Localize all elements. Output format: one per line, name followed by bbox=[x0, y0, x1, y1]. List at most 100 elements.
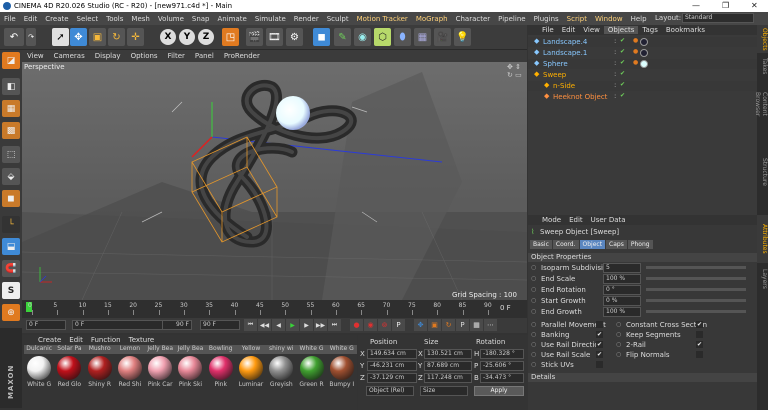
object-visibility-icon[interactable]: : bbox=[614, 81, 616, 89]
points-mode-icon[interactable]: ⬚ bbox=[2, 146, 20, 163]
side-tab-takes[interactable]: Takes bbox=[757, 55, 768, 78]
property-value[interactable]: 100 % bbox=[603, 274, 641, 284]
object-tag-icon[interactable]: ● bbox=[633, 37, 638, 44]
key-pla-icon[interactable]: ▦ bbox=[470, 319, 483, 331]
material-menu-edit[interactable]: Edit bbox=[65, 336, 87, 344]
checkbox[interactable]: ✔ bbox=[596, 341, 603, 348]
tweak-mode-icon[interactable]: ⬓ bbox=[2, 238, 20, 255]
attribute-tab-object[interactable]: Object bbox=[579, 240, 606, 249]
next-key-icon[interactable]: ▶▶ bbox=[314, 319, 327, 331]
menu-select[interactable]: Select bbox=[73, 15, 103, 23]
object-visibility-icon[interactable]: : bbox=[614, 48, 616, 56]
menu-pipeline[interactable]: Pipeline bbox=[494, 15, 529, 23]
object-visibility-icon[interactable]: : bbox=[614, 59, 616, 67]
material-label-top[interactable]: Jelly Bea bbox=[145, 345, 176, 354]
record-icon[interactable]: ● bbox=[350, 319, 363, 331]
model-mode-icon[interactable]: ◧ bbox=[2, 78, 20, 95]
material-swatch[interactable]: Red Glo bbox=[54, 354, 84, 388]
property-slider[interactable] bbox=[646, 266, 746, 269]
property-slider[interactable] bbox=[646, 299, 746, 302]
checkbox[interactable]: ✔ bbox=[696, 341, 703, 348]
object-visibility-icon[interactable]: : bbox=[614, 37, 616, 45]
side-tab-objects[interactable]: Objects bbox=[757, 25, 768, 53]
object-enabled-icon[interactable]: ✔ bbox=[620, 81, 625, 88]
go-to-start-icon[interactable]: ⏮ bbox=[244, 319, 257, 331]
menu-mesh[interactable]: Mesh bbox=[127, 15, 153, 23]
attribute-menu-user-data[interactable]: User Data bbox=[587, 216, 630, 224]
menu-sculpt[interactable]: Sculpt bbox=[323, 15, 353, 23]
material-label-top[interactable]: White G bbox=[326, 345, 357, 354]
viewport-menu-view[interactable]: View bbox=[22, 52, 49, 60]
subdivision-icon[interactable]: ◉ bbox=[354, 28, 371, 46]
render-view-icon[interactable]: 🎬 bbox=[246, 28, 263, 46]
viewport-menu-panel[interactable]: Panel bbox=[190, 52, 219, 60]
material-swatch[interactable]: Red Shi bbox=[115, 354, 145, 388]
menu-file[interactable]: File bbox=[0, 15, 20, 23]
apply-button[interactable]: Apply bbox=[474, 386, 524, 396]
menu-animate[interactable]: Animate bbox=[214, 15, 251, 23]
checkbox[interactable] bbox=[596, 321, 603, 328]
autokey-icon[interactable]: ◉ bbox=[364, 319, 377, 331]
material-swatch[interactable]: Luminar bbox=[236, 354, 266, 388]
end-frame-slider[interactable]: 90 F bbox=[162, 320, 192, 330]
object-visibility-icon[interactable]: : bbox=[614, 70, 616, 78]
attribute-menu-mode[interactable]: Mode bbox=[538, 216, 565, 224]
object-menu-tags[interactable]: Tags bbox=[638, 26, 662, 34]
menu-plugins[interactable]: Plugins bbox=[530, 15, 563, 23]
object-visibility-icon[interactable]: : bbox=[614, 92, 616, 100]
rotation-field[interactable]: -180.328 ° bbox=[480, 349, 524, 359]
checkbox[interactable] bbox=[696, 351, 703, 358]
snap-icon[interactable]: 🧲 bbox=[2, 260, 20, 277]
object-menu-objects[interactable]: Objects bbox=[603, 26, 639, 34]
side-tab-layers[interactable]: Layers bbox=[757, 265, 768, 293]
menu-create[interactable]: Create bbox=[41, 15, 72, 23]
recent-tool-icon[interactable]: ✛ bbox=[127, 28, 144, 46]
viewport[interactable]: Perspective Grid Spacing : 100 cm ✥ ⇕ ↻ … bbox=[22, 62, 527, 300]
render-picture-icon[interactable]: 🎞 bbox=[266, 28, 283, 46]
coordinate-mode-select[interactable]: Object (Rel) bbox=[366, 386, 414, 396]
material-label-top[interactable]: Solar Pa bbox=[54, 345, 85, 354]
polygons-mode-icon[interactable]: ◼ bbox=[2, 190, 20, 207]
rotation-field[interactable]: -25.606 ° bbox=[480, 361, 524, 371]
prev-key-icon[interactable]: ◀◀ bbox=[258, 319, 271, 331]
checkbox[interactable] bbox=[596, 361, 603, 368]
render-settings-icon[interactable]: ⚙ bbox=[286, 28, 303, 46]
menu-edit[interactable]: Edit bbox=[20, 15, 42, 23]
position-key-icon[interactable]: P bbox=[392, 319, 405, 331]
solo-icon[interactable]: S bbox=[2, 282, 20, 299]
camera-icon[interactable]: 🎥 bbox=[434, 28, 451, 46]
checkbox[interactable]: ✔ bbox=[596, 331, 603, 338]
maximize-button[interactable]: ❐ bbox=[722, 1, 729, 10]
timeline-menu-icon[interactable]: ⋯ bbox=[484, 319, 497, 331]
attribute-tab-coord[interactable]: Coord. bbox=[552, 240, 579, 249]
material-menu-texture[interactable]: Texture bbox=[125, 336, 159, 344]
material-swatch[interactable]: Greyish bbox=[266, 354, 296, 388]
menu-mograph[interactable]: MoGraph bbox=[412, 15, 452, 23]
viewport-menu-options[interactable]: Options bbox=[126, 52, 163, 60]
key-move-icon[interactable]: ✥ bbox=[414, 319, 427, 331]
menu-simulate[interactable]: Simulate bbox=[251, 15, 290, 23]
key-rotate-icon[interactable]: ↻ bbox=[442, 319, 455, 331]
material-swatch[interactable]: Shiny R bbox=[85, 354, 115, 388]
rotation-field[interactable]: -34.473 ° bbox=[480, 373, 524, 383]
redo-icon[interactable]: ↷ bbox=[26, 28, 36, 46]
coordinate-system-icon[interactable]: ◳ bbox=[222, 28, 239, 46]
material-label-top[interactable]: Yellow bbox=[235, 345, 267, 354]
menu-character[interactable]: Character bbox=[452, 15, 495, 23]
texture-mode-icon[interactable]: ▦ bbox=[2, 100, 20, 117]
timeline[interactable]: 0 5 10 15 20 25 30 35 40 45 50 55 60 65 70 75 80 85 90 0 F bbox=[22, 300, 527, 318]
property-value[interactable]: 0 ° bbox=[603, 285, 641, 295]
side-tab-content-browser[interactable]: Content Browser bbox=[754, 80, 768, 128]
position-field[interactable]: 149.634 cm bbox=[367, 349, 417, 359]
checkbox[interactable]: ✔ bbox=[596, 351, 603, 358]
object-menu-view[interactable]: View bbox=[579, 26, 604, 34]
material-swatch[interactable]: Green R bbox=[296, 354, 326, 388]
material-swatch[interactable]: Bumpy I bbox=[327, 354, 357, 388]
attribute-tab-caps[interactable]: Caps bbox=[606, 240, 627, 249]
keyframe-selection-icon[interactable]: ⊚ bbox=[378, 319, 391, 331]
close-button[interactable]: ✕ bbox=[751, 1, 758, 10]
floor-icon[interactable]: ▦ bbox=[414, 28, 431, 46]
property-slider[interactable] bbox=[646, 310, 746, 313]
material-label-top[interactable]: Dulcanic bbox=[24, 345, 55, 354]
next-frame-icon[interactable]: ▶ bbox=[300, 319, 313, 331]
